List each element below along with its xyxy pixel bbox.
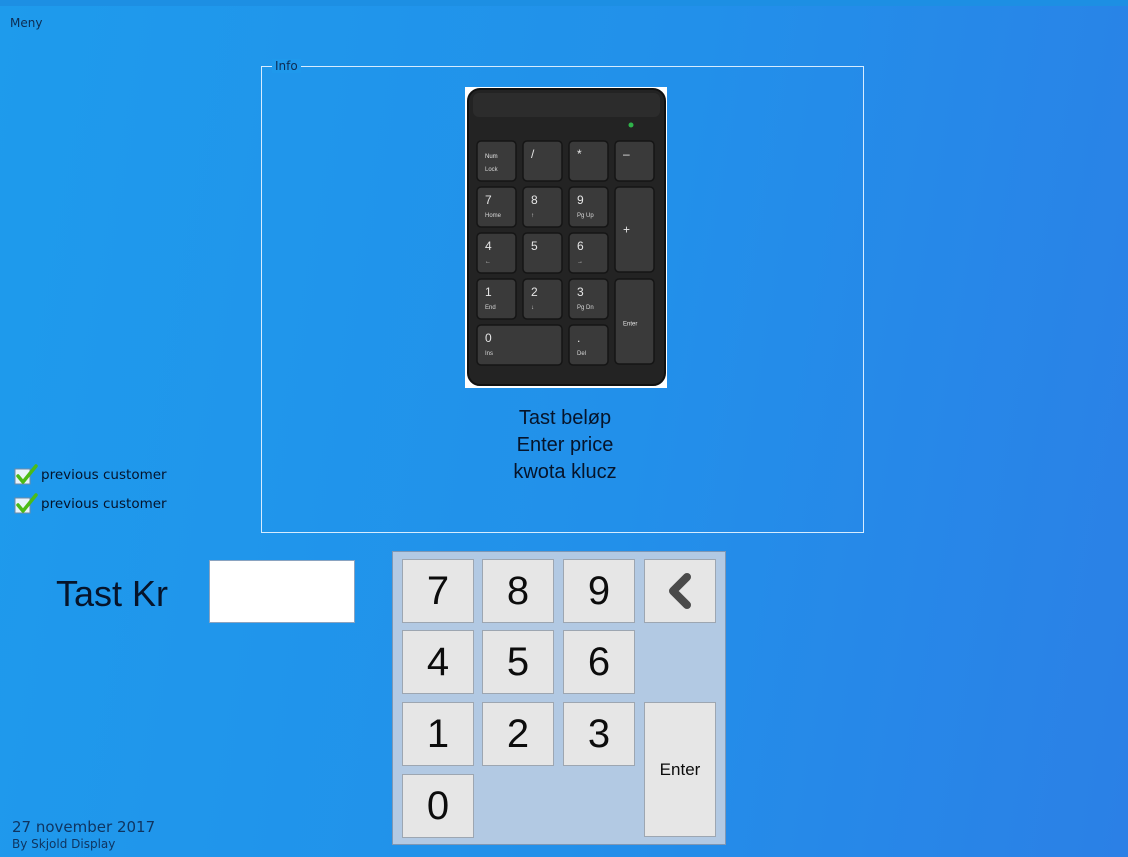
photo-key-label-10: 6	[577, 239, 584, 253]
keypad-photo: Num Lock / * –7 Home 8 ↑ 9 Pg Up +4 ← 5 6 → 1 End 2 ↓ 3 Pg D…	[465, 87, 667, 388]
window-top-border	[0, 0, 1128, 6]
photo-key-label-13: 3	[577, 285, 584, 299]
photo-key-3	[614, 140, 655, 182]
numpad-key-2[interactable]: 2	[482, 702, 554, 766]
previous-customer-check-2[interactable]: previous customer	[14, 493, 167, 515]
previous-customer-check-1[interactable]: previous customer	[14, 464, 167, 486]
photo-key-label-8: 4	[485, 239, 492, 253]
photo-key-sublabel-12: ↓	[531, 305, 534, 311]
numpad-key-0[interactable]: 0	[402, 774, 474, 838]
numpad-key-3[interactable]: 3	[563, 702, 635, 766]
info-legend: Info	[272, 59, 301, 73]
photo-key-12	[522, 278, 563, 320]
numpad-key-1[interactable]: 1	[402, 702, 474, 766]
photo-key-0	[476, 140, 517, 182]
numpad-key-4[interactable]: 4	[402, 630, 474, 694]
checkmark-icon	[14, 493, 38, 514]
photo-key-label-6: 9	[577, 193, 584, 207]
chevron-left-icon	[669, 573, 691, 609]
photo-key-7	[614, 186, 655, 273]
photo-key-label-0: Num	[485, 154, 498, 160]
photo-key-label-16: .	[577, 331, 580, 345]
photo-key-2	[568, 140, 609, 182]
numpad-key-9[interactable]: 9	[563, 559, 635, 623]
amount-input[interactable]	[209, 560, 355, 623]
amount-label: Tast Kr	[56, 573, 169, 614]
photo-key-4	[476, 186, 517, 228]
checkmark-icon	[14, 464, 38, 485]
numpad-key-7[interactable]: 7	[402, 559, 474, 623]
info-line-english: Enter price	[516, 434, 614, 456]
footer-date: 27 november 2017	[12, 818, 156, 836]
photo-key-9	[522, 232, 563, 274]
photo-key-sublabel-8: ←	[485, 259, 491, 265]
numpad-key-5[interactable]: 5	[482, 630, 554, 694]
previous-customer-label-1: previous customer	[41, 467, 167, 483]
numpad-key-6[interactable]: 6	[563, 630, 635, 694]
photo-key-label-9: 5	[531, 239, 538, 253]
photo-key-16	[568, 324, 609, 366]
photo-key-sublabel-16: Del	[577, 351, 586, 357]
photo-key-sublabel-6: Pg Up	[577, 213, 594, 219]
numpad: 7 8 9 4 5 6 1 2 3 Enter 0	[392, 551, 726, 845]
info-line-norwegian: Tast beløp	[518, 407, 612, 429]
photo-key-label-7: +	[623, 223, 630, 237]
photo-key-label-5: 8	[531, 193, 538, 207]
info-text: Tast beløp Enter price kwota klucz	[465, 405, 665, 486]
previous-customer-label-2: previous customer	[41, 496, 167, 512]
photo-key-label-11: 1	[485, 285, 492, 299]
photo-key-sublabel-11: End	[485, 305, 496, 311]
photo-key-label-4: 7	[485, 193, 492, 207]
photo-key-sublabel-13: Pg Dn	[577, 305, 594, 311]
photo-key-sublabel-10: →	[577, 259, 583, 265]
enter-button[interactable]: Enter	[644, 702, 716, 837]
photo-key-13	[568, 278, 609, 320]
photo-key-label-12: 2	[531, 285, 538, 299]
keypad-photo-image: NumLock/* –7Home8↑9Pg Up+4←5 6→1End2↓3Pg D…	[467, 88, 666, 386]
photo-key-5	[522, 186, 563, 228]
photo-key-6	[568, 186, 609, 228]
numpad-key-8[interactable]: 8	[482, 559, 554, 623]
photo-key-11	[476, 278, 517, 320]
photo-key-10	[568, 232, 609, 274]
photo-key-sublabel-15: Ins	[485, 351, 493, 357]
photo-key-sublabel-4: Home	[485, 213, 502, 219]
photo-key-1	[522, 140, 563, 182]
info-line-polish: kwota klucz	[513, 461, 617, 483]
photo-key-label-14: Enter	[623, 322, 637, 328]
photo-key-label-15: 0	[485, 331, 492, 345]
photo-key-sublabel-5: ↑	[531, 213, 534, 219]
photo-key-label-2: *	[577, 147, 582, 161]
footer-credit: By Skjold Display	[12, 837, 116, 851]
photo-key-8	[476, 232, 517, 274]
photo-key-label-3: –	[623, 147, 630, 161]
backspace-button[interactable]	[644, 559, 716, 623]
photo-key-sublabel-0: Lock	[485, 167, 499, 173]
menu-label[interactable]: Meny	[10, 16, 42, 30]
